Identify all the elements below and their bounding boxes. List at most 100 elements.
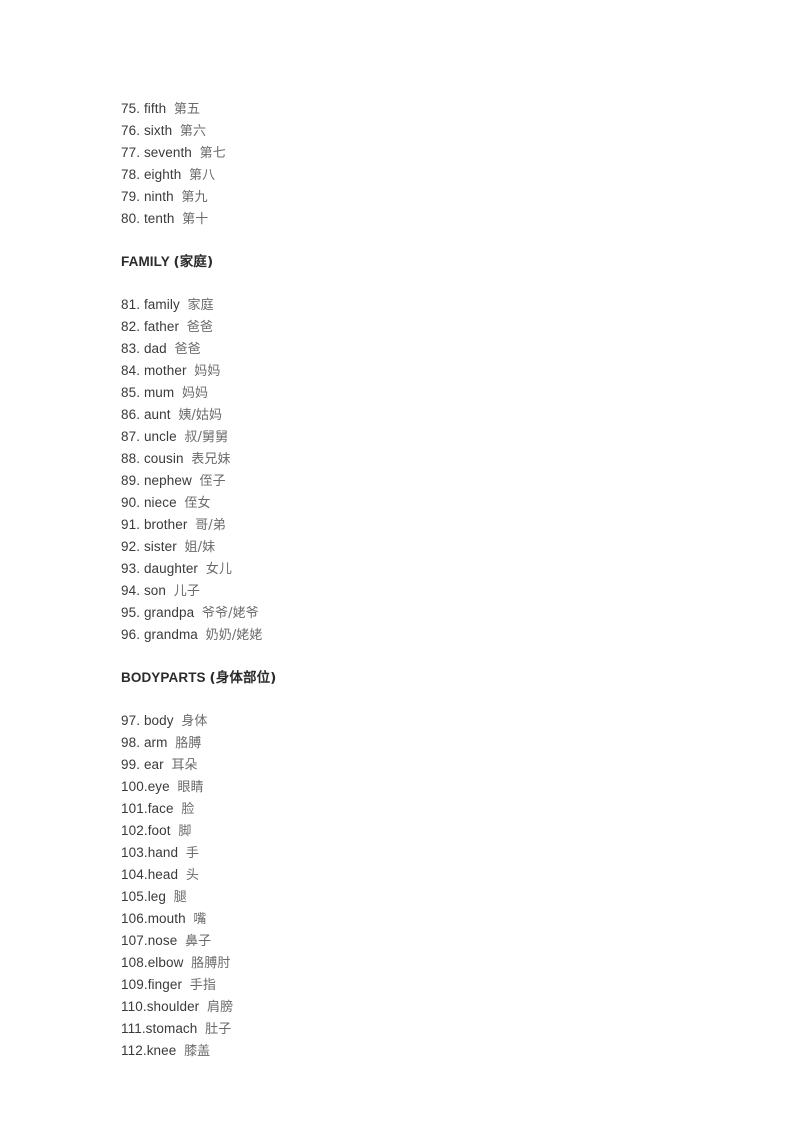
entry-number: 102.: [121, 823, 148, 838]
entry-term: mother: [143, 363, 187, 378]
entry-gloss: 肩膀: [206, 1000, 234, 1015]
entry-term: uncle: [143, 429, 177, 444]
entry-term: mouth: [147, 911, 186, 926]
vocabulary-entry: 108.elbow 胳膊肘: [121, 952, 721, 974]
entry-number: 105.: [121, 889, 148, 904]
entry-gloss: 手: [185, 846, 199, 861]
entry-term: knee: [146, 1043, 177, 1058]
vocabulary-entry: 87. uncle 叔/舅舅: [121, 426, 721, 448]
entry-term: body: [143, 713, 174, 728]
entry-gloss: 奶奶/姥姥: [205, 628, 263, 643]
entry-term: son: [143, 583, 167, 598]
entry-term: ear: [143, 757, 164, 772]
entry-term: brother: [143, 517, 188, 532]
vocabulary-entry: 109.finger 手指: [121, 974, 721, 996]
entry-term: niece: [143, 495, 177, 510]
vocabulary-entry: 103.hand 手: [121, 842, 721, 864]
entry-term: mum: [143, 385, 175, 400]
vocabulary-entry: 101.face 脸: [121, 798, 721, 820]
entry-number: 93.: [121, 561, 141, 576]
entry-number: 96.: [121, 627, 141, 642]
entry-number: 92.: [121, 539, 141, 554]
entry-term: hand: [147, 845, 179, 860]
vocabulary-entry: 97. body 身体: [121, 710, 721, 732]
entry-number: 110.: [121, 999, 147, 1014]
entry-number: 94.: [121, 583, 141, 598]
entry-term: foot: [147, 823, 171, 838]
vocabulary-entry: 106.mouth 嘴: [121, 908, 721, 930]
vocabulary-entry: 81. family 家庭: [121, 294, 721, 316]
section-heading-english: FAMILY: [121, 254, 170, 269]
entry-number: 104.: [121, 867, 148, 882]
vocabulary-entry: 88. cousin 表兄妹: [121, 448, 721, 470]
entry-number: 75.: [121, 101, 141, 116]
entry-gloss: 爸爸: [186, 320, 213, 335]
entry-number: 91.: [121, 517, 141, 532]
entry-term: shoulder: [146, 999, 200, 1014]
vocabulary-list: 97. body 身体 98. arm 胳膊 99. ear 耳朵 100.eye 眼…: [121, 710, 721, 1062]
vocabulary-entry: 89. nephew 侄子: [121, 470, 721, 492]
entry-term: grandma: [143, 627, 198, 642]
vocabulary-entry: 80. tenth 第十: [121, 208, 721, 230]
entry-term: arm: [143, 735, 168, 750]
entry-number: 101.: [121, 801, 148, 816]
entry-number: 77.: [121, 145, 141, 160]
entry-gloss: 第十: [182, 212, 209, 227]
entry-number: 109.: [121, 977, 148, 992]
entry-number: 112.: [121, 1043, 147, 1058]
vocabulary-entry: 76. sixth 第六: [121, 120, 721, 142]
entry-gloss: 手指: [189, 978, 216, 993]
entry-gloss: 姐/妹: [184, 540, 216, 555]
vocabulary-entry: 110.shoulder 肩膀: [121, 996, 721, 1018]
entry-number: 87.: [121, 429, 141, 444]
entry-gloss: 胳膊: [175, 736, 202, 751]
entry-term: nephew: [143, 473, 192, 488]
entry-gloss: 姨/姑妈: [178, 408, 223, 423]
entry-gloss: 第九: [181, 190, 208, 205]
entry-term: daughter: [143, 561, 199, 576]
entry-gloss: 头: [185, 868, 199, 883]
entry-gloss: 家庭: [187, 298, 214, 313]
entry-gloss: 腿: [173, 890, 187, 905]
entry-gloss: 侄子: [199, 474, 226, 489]
entry-number: 85.: [121, 385, 141, 400]
entry-number: 82.: [121, 319, 141, 334]
vocabulary-entry: 105.leg 腿: [121, 886, 721, 908]
entry-gloss: 爷爷/姥爷: [201, 606, 259, 621]
entry-term: grandpa: [143, 605, 195, 620]
vocabulary-entry: 96. grandma 奶奶/姥姥: [121, 624, 721, 646]
vocabulary-list: 75. fifth 第五 76. sixth 第六 77. seventh 第七 78…: [121, 98, 721, 230]
entry-number: 99.: [121, 757, 141, 772]
vocabulary-entry: 84. mother 妈妈: [121, 360, 721, 382]
document-page: 75. fifth 第五 76. sixth 第六 77. seventh 第七 78…: [0, 0, 800, 1132]
entry-number: 86.: [121, 407, 141, 422]
section-heading-chinese: (家庭): [173, 254, 214, 270]
entry-number: 98.: [121, 735, 141, 750]
entry-number: 88.: [121, 451, 141, 466]
vocabulary-entry: 90. niece 侄女: [121, 492, 721, 514]
vocabulary-entry: 95. grandpa 爷爷/姥爷: [121, 602, 721, 624]
entry-gloss: 第五: [173, 102, 201, 117]
vocabulary-entry: 94. son 儿子: [121, 580, 721, 602]
vocabulary-content: 75. fifth 第五 76. sixth 第六 77. seventh 第七 78…: [121, 98, 721, 1062]
entry-term: sister: [143, 539, 177, 554]
entry-term: father: [143, 319, 180, 334]
entry-gloss: 肚子: [205, 1022, 232, 1037]
entry-gloss: 妈妈: [194, 364, 221, 379]
entry-term: leg: [147, 889, 167, 904]
entry-gloss: 爸爸: [174, 342, 201, 357]
entry-gloss: 嘴: [193, 912, 207, 927]
entry-term: elbow: [147, 955, 184, 970]
entry-number: 108.: [121, 955, 148, 970]
entry-term: eighth: [143, 167, 182, 182]
entry-number: 89.: [121, 473, 141, 488]
entry-gloss: 第七: [199, 146, 226, 161]
vocabulary-entry: 99. ear 耳朵: [121, 754, 721, 776]
entry-gloss: 第八: [189, 168, 216, 183]
entry-gloss: 身体: [181, 714, 208, 729]
vocabulary-entry: 85. mum 妈妈: [121, 382, 721, 404]
entry-term: fifth: [143, 101, 167, 116]
entry-gloss: 脚: [178, 824, 192, 839]
vocabulary-entry: 102.foot 脚: [121, 820, 721, 842]
entry-number: 76.: [121, 123, 141, 138]
